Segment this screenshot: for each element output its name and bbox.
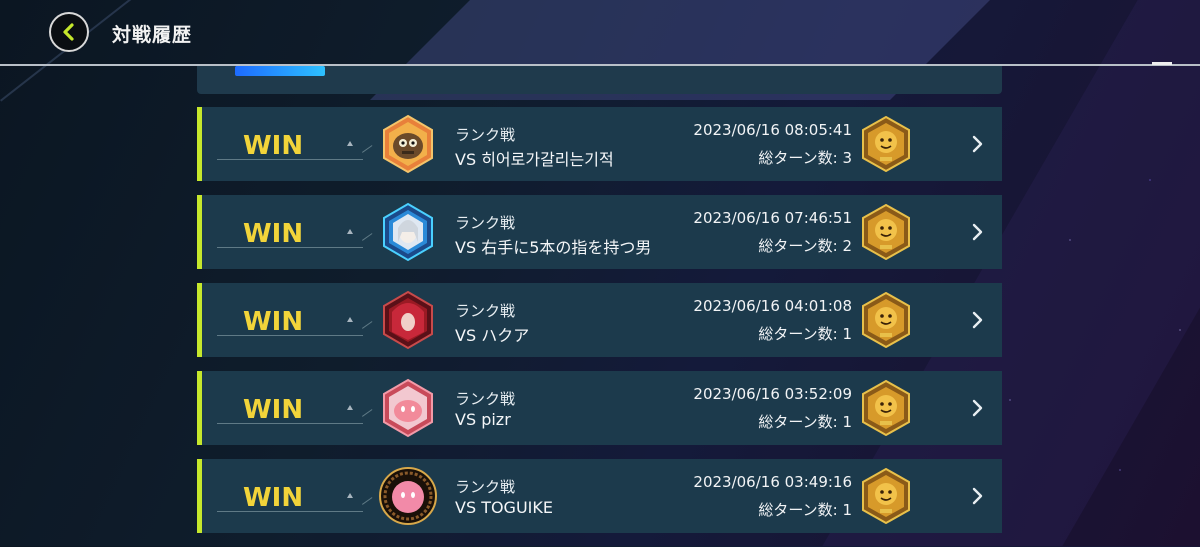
divider bbox=[217, 335, 363, 336]
divider bbox=[362, 233, 373, 241]
match-mode: ランク戦 bbox=[455, 390, 516, 408]
triangle-icon bbox=[347, 317, 353, 322]
divider bbox=[362, 409, 373, 417]
turn-count: 総ターン数: 1 bbox=[758, 413, 852, 431]
opponent-name: VS 히어로가갈리는기적 bbox=[455, 150, 614, 169]
divider bbox=[217, 159, 363, 160]
opponent-name: VS 右手に5本の指を持つ男 bbox=[455, 238, 652, 257]
rank-emblem-icon bbox=[862, 292, 910, 348]
opponent-name: VS ハクア bbox=[455, 326, 530, 345]
opponent-name: VS pizr bbox=[455, 410, 511, 429]
chevron-right-icon[interactable] bbox=[968, 132, 988, 156]
status-badge bbox=[235, 66, 325, 76]
result-label: WIN bbox=[243, 219, 304, 249]
match-row[interactable]: WIN ランク戦 VS 右手に5本の指を持つ男 2023/06/16 07:46… bbox=[197, 195, 1002, 269]
match-mode: ランク戦 bbox=[455, 478, 516, 496]
chevron-right-icon[interactable] bbox=[968, 308, 988, 332]
chevron-left-icon bbox=[63, 23, 74, 41]
match-datetime: 2023/06/16 03:52:09 bbox=[693, 385, 852, 403]
match-mode: ランク戦 bbox=[455, 302, 516, 320]
divider bbox=[217, 247, 363, 248]
match-datetime: 2023/06/16 08:05:41 bbox=[693, 121, 852, 139]
divider bbox=[362, 145, 373, 153]
chevron-right-icon[interactable] bbox=[968, 220, 988, 244]
result-label: WIN bbox=[243, 131, 304, 161]
match-datetime: 2023/06/16 03:49:16 bbox=[693, 473, 852, 491]
chevron-right-icon[interactable] bbox=[968, 484, 988, 508]
opponent-avatar-icon bbox=[383, 114, 433, 174]
opponent-avatar-icon bbox=[383, 290, 433, 350]
page-title: 対戦履歴 bbox=[112, 24, 193, 46]
match-datetime: 2023/06/16 04:01:08 bbox=[693, 297, 852, 315]
match-datetime: 2023/06/16 07:46:51 bbox=[693, 209, 852, 227]
rank-emblem-icon bbox=[862, 116, 910, 172]
divider bbox=[362, 497, 373, 505]
triangle-icon bbox=[347, 493, 353, 498]
turn-count: 総ターン数: 3 bbox=[758, 149, 852, 167]
rank-emblem-icon bbox=[862, 380, 910, 436]
back-button[interactable] bbox=[49, 12, 89, 52]
triangle-icon bbox=[347, 229, 353, 234]
divider bbox=[217, 423, 363, 424]
turn-count: 総ターン数: 2 bbox=[758, 237, 852, 255]
rank-emblem-icon bbox=[862, 468, 910, 524]
divider bbox=[362, 321, 373, 329]
divider bbox=[217, 511, 363, 512]
match-row[interactable]: WIN ランク戦 VS 히어로가갈리는기적 2023/06/16 08:05:4… bbox=[197, 107, 1002, 181]
rank-emblem-icon bbox=[862, 204, 910, 260]
partial-card[interactable] bbox=[197, 66, 1002, 94]
opponent-name: VS TOGUIKE bbox=[455, 498, 553, 517]
match-list: WIN ランク戦 VS 히어로가갈리는기적 2023/06/16 08:05:4… bbox=[197, 107, 1002, 547]
result-label: WIN bbox=[243, 307, 304, 337]
match-row[interactable]: WIN ランク戦 VS ハクア 2023/06/16 04:01:08 総ターン… bbox=[197, 283, 1002, 357]
turn-count: 総ターン数: 1 bbox=[758, 325, 852, 343]
match-mode: ランク戦 bbox=[455, 126, 516, 144]
triangle-icon bbox=[347, 405, 353, 410]
match-row[interactable]: WIN ランク戦 VS TOGUIKE 2023/06/16 03:49:16 … bbox=[197, 459, 1002, 533]
opponent-avatar-icon bbox=[383, 202, 433, 262]
opponent-avatar-icon bbox=[379, 467, 437, 525]
chevron-right-icon[interactable] bbox=[968, 396, 988, 420]
result-label: WIN bbox=[243, 483, 304, 513]
match-mode: ランク戦 bbox=[455, 214, 516, 232]
match-row[interactable]: WIN ランク戦 VS pizr 2023/06/16 03:52:09 総ター… bbox=[197, 371, 1002, 445]
menu-indicator[interactable] bbox=[1152, 62, 1172, 65]
turn-count: 総ターン数: 1 bbox=[758, 501, 852, 519]
opponent-avatar-icon bbox=[383, 378, 433, 438]
header: 対戦履歴 bbox=[0, 0, 1200, 66]
triangle-icon bbox=[347, 141, 353, 146]
result-label: WIN bbox=[243, 395, 304, 425]
